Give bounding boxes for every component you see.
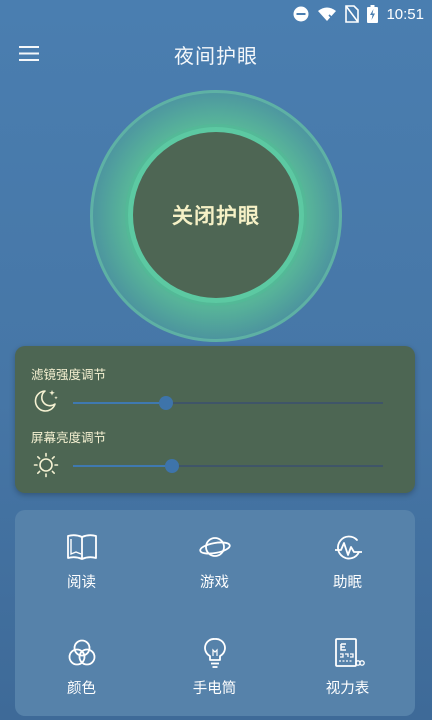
feature-label: 游戏 (200, 575, 229, 591)
filter-intensity-thumb[interactable] (159, 396, 173, 410)
status-bar: 10:51 (0, 0, 432, 28)
filter-intensity-fill (73, 402, 166, 404)
feature-flashlight[interactable]: 手电筒 (148, 616, 281, 716)
feature-label: 阅读 (67, 575, 96, 591)
book-icon (65, 530, 99, 564)
feature-color[interactable]: 颜色 (15, 616, 148, 716)
battery-charging-icon (367, 5, 379, 23)
status-time: 10:51 (386, 5, 424, 23)
filter-intensity-slider[interactable] (73, 396, 383, 410)
moon-stars-icon (33, 388, 59, 414)
screen-brightness-fill (73, 465, 173, 467)
feature-label: 颜色 (67, 681, 96, 697)
filter-intensity-label: 滤镜强度调节 (31, 367, 107, 382)
feature-game[interactable]: 游戏 (148, 510, 281, 610)
sleep-wave-icon (331, 530, 365, 564)
planet-icon (198, 530, 232, 564)
color-circles-icon (65, 636, 99, 670)
feature-reading[interactable]: 阅读 (15, 510, 148, 610)
lightbulb-icon (198, 636, 232, 670)
eye-protection-toggle-button[interactable]: 关闭护眼 (128, 127, 304, 303)
no-sim-icon (345, 5, 360, 23)
sun-icon (33, 452, 59, 478)
feature-sleep[interactable]: 助眠 (281, 510, 414, 610)
feature-label: 视力表 (325, 681, 370, 697)
feature-eye-chart[interactable]: 视力表 (281, 616, 414, 716)
screen-brightness-thumb[interactable] (165, 459, 180, 473)
feature-grid: 阅读 游戏 助眠 颜色 手电筒 视力表 (15, 510, 415, 716)
app-title: 夜间护眼 (174, 44, 258, 68)
eye-chart-icon (331, 636, 365, 670)
toggle-label: 关闭护眼 (172, 204, 260, 228)
screen-brightness-slider[interactable] (73, 459, 383, 473)
feature-label: 助眠 (333, 575, 362, 591)
screen-brightness-label: 屏幕亮度调节 (31, 430, 107, 445)
wifi-icon (317, 6, 337, 22)
do-not-disturb-icon (293, 6, 309, 22)
feature-label: 手电筒 (192, 681, 237, 697)
adjustment-card: 滤镜强度调节 屏幕亮度调节 (15, 346, 415, 493)
